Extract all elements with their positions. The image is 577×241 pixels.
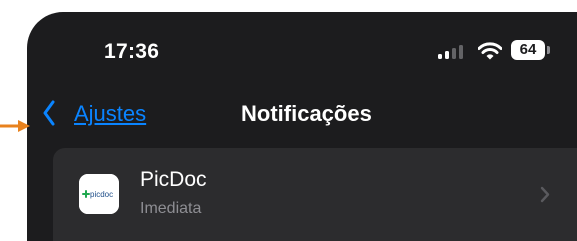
chevron-right-icon — [540, 186, 550, 203]
battery-cap — [547, 46, 550, 54]
page-title: Notificações — [241, 101, 372, 126]
battery-icon: 64 — [511, 40, 545, 60]
cellular-signal-icon — [438, 43, 464, 59]
phone-screen: 17:36 64 Ajustes Notificações picdoc Pic… — [27, 12, 577, 241]
list-item-picdoc[interactable]: picdoc PicDoc Imediata — [53, 148, 577, 241]
wifi-icon — [478, 42, 502, 60]
status-time: 17:36 — [104, 40, 160, 63]
app-name: PicDoc — [140, 168, 207, 191]
navigation-bar: Ajustes Notificações — [27, 92, 577, 146]
chevron-left-icon — [43, 100, 55, 126]
status-bar: 17:36 64 — [27, 12, 577, 92]
battery-level: 64 — [519, 41, 537, 58]
picdoc-app-icon: picdoc — [79, 174, 119, 214]
svg-text:picdoc: picdoc — [90, 190, 113, 199]
arrow-indicator-icon — [0, 120, 30, 132]
notification-delivery-label: Imediata — [140, 200, 202, 217]
back-button-label[interactable]: Ajustes — [74, 101, 146, 127]
